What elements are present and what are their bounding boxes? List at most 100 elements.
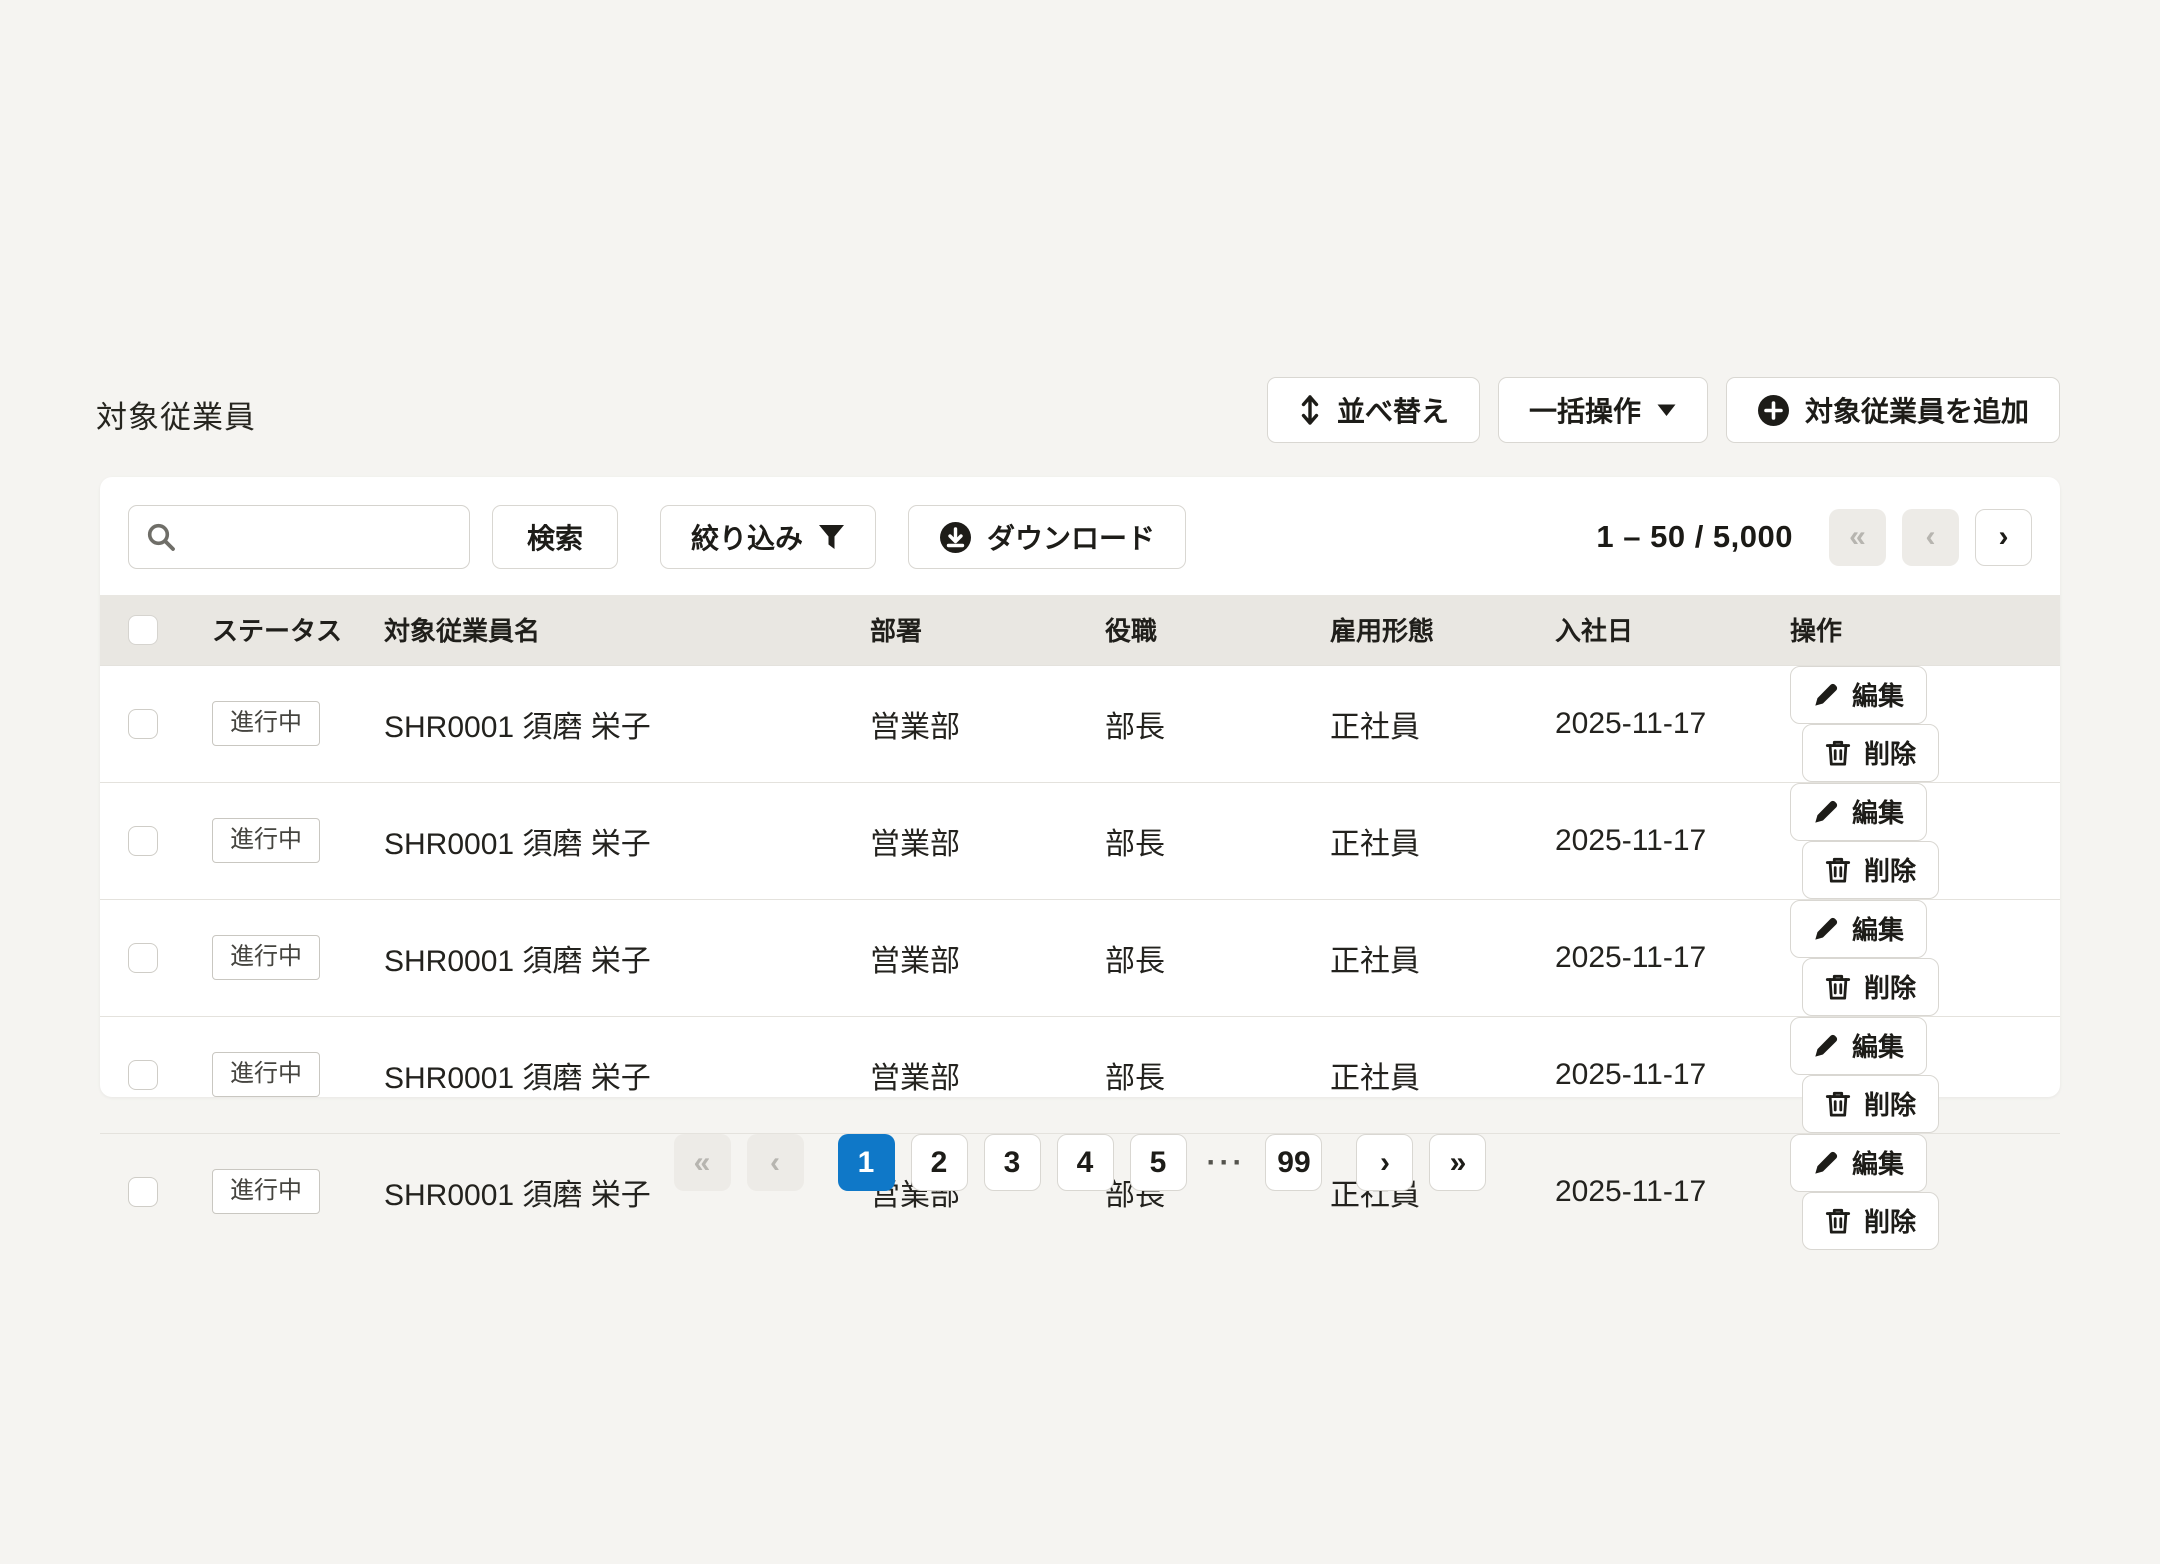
column-header-hire-date: 入社日 (1555, 595, 1790, 665)
page-button-1[interactable]: 1 (838, 1134, 895, 1191)
last-page-button[interactable]: » (1429, 1134, 1486, 1191)
table-row: 進行中 SHR0001 須磨 栄子 営業部 部長 正社員 2025-11-17 … (100, 782, 2060, 899)
department-cell: 営業部 (870, 1016, 1105, 1133)
trash-icon (1825, 856, 1851, 884)
page-button-2[interactable]: 2 (911, 1134, 968, 1191)
chevron-down-icon (1656, 403, 1677, 418)
sort-button-label: 並べ替え (1337, 390, 1449, 430)
add-employee-label: 対象従業員を追加 (1805, 390, 2029, 430)
pencil-icon (1813, 682, 1839, 708)
pagination-ellipsis: ··· (1203, 1146, 1250, 1180)
filter-button-label: 絞り込み (691, 517, 803, 557)
position-cell: 部長 (1105, 782, 1330, 899)
employee-list-card: 検索 絞り込み ダウンロード 1 – 50 / 5,000 « ‹ › (100, 477, 2060, 1097)
prev-page-button[interactable]: ‹ (747, 1134, 804, 1191)
filter-button[interactable]: 絞り込み (660, 505, 876, 569)
hire-date-cell: 2025-11-17 (1555, 665, 1790, 782)
status-badge: 進行中 (212, 701, 320, 746)
delete-button-label: 削除 (1864, 1202, 1916, 1239)
column-header-name: 対象従業員名 (370, 595, 870, 665)
search-button-label: 検索 (527, 517, 583, 557)
download-circle-icon (939, 521, 972, 554)
first-page-button[interactable]: « (674, 1134, 731, 1191)
edit-button-label: 編集 (1852, 676, 1904, 713)
search-button[interactable]: 検索 (492, 505, 618, 569)
row-checkbox[interactable] (128, 943, 158, 973)
delete-button[interactable]: 削除 (1802, 958, 1939, 1016)
department-cell: 営業部 (870, 665, 1105, 782)
sort-button[interactable]: 並べ替え (1267, 377, 1480, 443)
result-range-label: 1 – 50 / 5,000 (1596, 519, 1793, 555)
edit-button-label: 編集 (1852, 910, 1904, 947)
delete-button-label: 削除 (1864, 734, 1916, 771)
add-employee-button[interactable]: 対象従業員を追加 (1726, 377, 2060, 443)
employment-cell: 正社員 (1330, 782, 1555, 899)
edit-button-label: 編集 (1852, 793, 1904, 830)
table-row: 進行中 SHR0001 須磨 栄子 営業部 部長 正社員 2025-11-17 … (100, 1016, 2060, 1133)
bottom-pagination: « ‹ 1 2 3 4 5 ··· 99 › » (0, 1134, 2160, 1191)
search-field-wrap (128, 505, 470, 569)
pencil-icon (1813, 799, 1839, 825)
employee-name-cell: SHR0001 須磨 栄子 (370, 782, 870, 899)
edit-button[interactable]: 編集 (1790, 900, 1927, 958)
page-button-5[interactable]: 5 (1130, 1134, 1187, 1191)
row-checkbox[interactable] (128, 826, 158, 856)
column-header-position: 役職 (1105, 595, 1330, 665)
page-button-4[interactable]: 4 (1057, 1134, 1114, 1191)
employee-name-cell: SHR0001 須磨 栄子 (370, 665, 870, 782)
bulk-actions-label: 一括操作 (1529, 390, 1641, 430)
department-cell: 営業部 (870, 782, 1105, 899)
hire-date-cell: 2025-11-17 (1555, 1016, 1790, 1133)
funnel-icon (818, 524, 845, 551)
column-header-employment: 雇用形態 (1330, 595, 1555, 665)
employee-name-cell: SHR0001 須磨 栄子 (370, 1016, 870, 1133)
column-header-department: 部署 (870, 595, 1105, 665)
row-checkbox[interactable] (128, 709, 158, 739)
delete-button[interactable]: 削除 (1802, 1192, 1939, 1250)
header-actions: 並べ替え 一括操作 対象従業員を追加 (1267, 377, 2060, 443)
delete-button-label: 削除 (1864, 1085, 1916, 1122)
first-page-button[interactable]: « (1829, 509, 1886, 566)
edit-button[interactable]: 編集 (1790, 1017, 1927, 1075)
status-badge: 進行中 (212, 1052, 320, 1097)
delete-button[interactable]: 削除 (1802, 841, 1939, 899)
delete-button[interactable]: 削除 (1802, 724, 1939, 782)
top-mini-pager: « ‹ › (1829, 509, 2032, 566)
table-row: 進行中 SHR0001 須磨 栄子 営業部 部長 正社員 2025-11-17 … (100, 899, 2060, 1016)
row-checkbox[interactable] (128, 1060, 158, 1090)
list-toolbar: 検索 絞り込み ダウンロード 1 – 50 / 5,000 « ‹ › (100, 477, 2060, 595)
table-header-row: ステータス 対象従業員名 部署 役職 雇用形態 入社日 操作 (100, 595, 2060, 665)
status-badge: 進行中 (212, 935, 320, 980)
bulk-actions-button[interactable]: 一括操作 (1498, 377, 1708, 443)
page-button-99[interactable]: 99 (1265, 1134, 1322, 1191)
employment-cell: 正社員 (1330, 899, 1555, 1016)
prev-page-button[interactable]: ‹ (1902, 509, 1959, 566)
search-input[interactable] (128, 505, 470, 569)
select-all-checkbox[interactable] (128, 615, 158, 645)
delete-button-label: 削除 (1864, 968, 1916, 1005)
employment-cell: 正社員 (1330, 665, 1555, 782)
plus-circle-icon (1757, 394, 1790, 427)
delete-button[interactable]: 削除 (1802, 1075, 1939, 1133)
edit-button-label: 編集 (1852, 1027, 1904, 1064)
trash-icon (1825, 973, 1851, 1001)
employee-name-cell: SHR0001 須磨 栄子 (370, 899, 870, 1016)
trash-icon (1825, 1207, 1851, 1235)
download-button[interactable]: ダウンロード (908, 505, 1186, 569)
delete-button-label: 削除 (1864, 851, 1916, 888)
position-cell: 部長 (1105, 1016, 1330, 1133)
search-icon (146, 522, 176, 552)
next-page-button[interactable]: › (1975, 509, 2032, 566)
hire-date-cell: 2025-11-17 (1555, 782, 1790, 899)
employment-cell: 正社員 (1330, 1016, 1555, 1133)
sort-updown-icon (1298, 394, 1322, 426)
edit-button[interactable]: 編集 (1790, 666, 1927, 724)
page-button-3[interactable]: 3 (984, 1134, 1041, 1191)
next-page-button[interactable]: › (1356, 1134, 1413, 1191)
column-header-status: ステータス (184, 595, 370, 665)
trash-icon (1825, 1090, 1851, 1118)
edit-button[interactable]: 編集 (1790, 783, 1927, 841)
table-row: 進行中 SHR0001 須磨 栄子 営業部 部長 正社員 2025-11-17 … (100, 665, 2060, 782)
page-title: 対象従業員 (96, 392, 256, 437)
pencil-icon (1813, 916, 1839, 942)
